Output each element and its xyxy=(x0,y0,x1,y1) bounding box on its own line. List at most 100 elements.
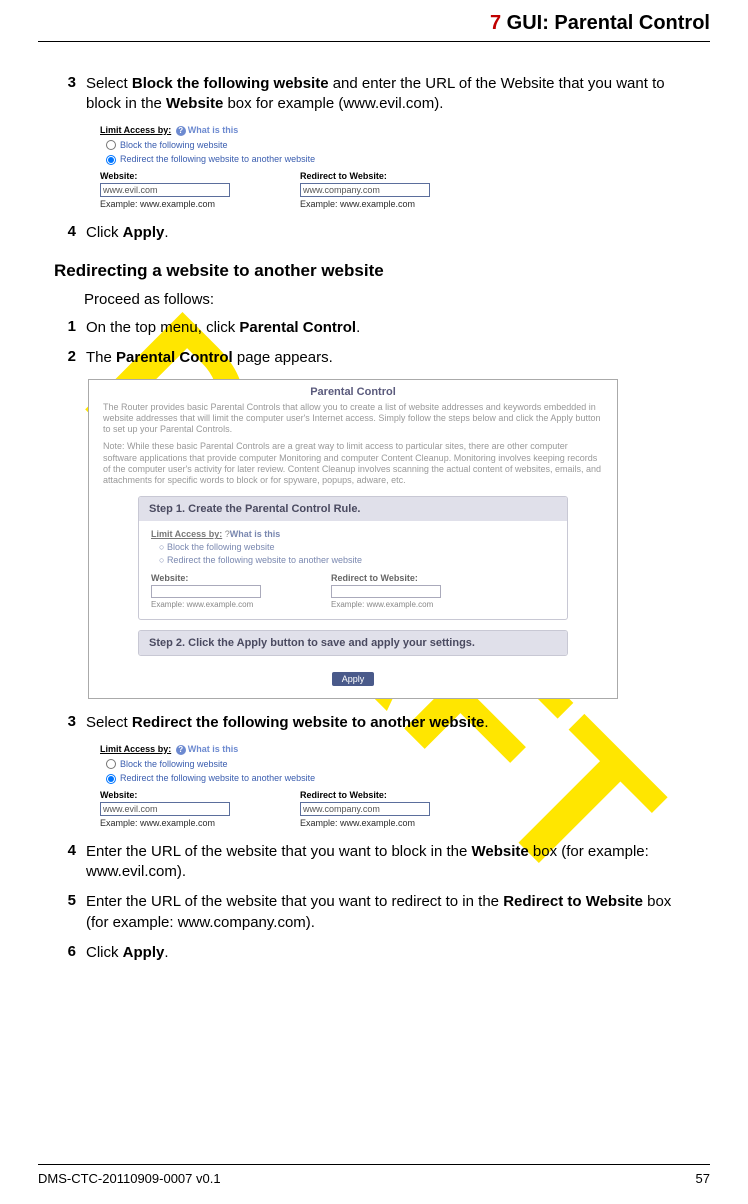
limit-access-label: Limit Access by: xyxy=(100,744,171,754)
bold-text: Website xyxy=(166,95,223,112)
redirect-example: Example: www.example.com xyxy=(331,600,441,609)
what-is-this-link: What is this xyxy=(188,125,239,135)
website-input xyxy=(100,802,230,816)
text: Enter the URL of the website that you wa… xyxy=(86,893,503,910)
redirect-label: Redirect to Website: xyxy=(331,573,441,583)
step-number: 2 xyxy=(62,348,86,365)
step-text: Click Apply. xyxy=(86,943,686,963)
website-label: Website: xyxy=(151,573,261,583)
parental-control-screenshot: Parental Control The Router provides bas… xyxy=(88,379,618,700)
redirect-example: Example: www.example.com xyxy=(300,199,430,209)
redirect-column: Redirect to Website: Example: www.exampl… xyxy=(331,573,441,609)
bold-text: Block the following website xyxy=(132,75,329,92)
bold-text: Parental Control xyxy=(116,349,233,366)
radio-label: Redirect the following website to anothe… xyxy=(167,555,362,565)
text: On the top menu, click xyxy=(86,319,239,336)
step1-panel: Step 1. Create the Parental Control Rule… xyxy=(138,496,568,620)
screenshot-intro: The Router provides basic Parental Contr… xyxy=(89,402,617,487)
text: Select xyxy=(86,75,132,92)
section-heading-redirecting: Redirecting a website to another website xyxy=(54,261,686,281)
chapter-number: 7 xyxy=(490,12,501,34)
page-number: 57 xyxy=(696,1171,710,1186)
step1-body: Limit Access by: ?What is this ○ Block t… xyxy=(139,521,567,619)
redirect-label: Redirect to Website: xyxy=(300,171,430,181)
page-footer: DMS-CTC-20110909-0007 v0.1 57 xyxy=(38,1164,710,1186)
step1-heading: Step 1. Create the Parental Control Rule… xyxy=(139,497,567,521)
footer-rule xyxy=(38,1164,710,1165)
redir-step-2: 2 The Parental Control page appears. xyxy=(62,348,686,368)
radio-label: Redirect the following website to anothe… xyxy=(120,773,315,783)
help-icon: ? xyxy=(176,745,186,755)
step-number: 6 xyxy=(62,943,86,960)
radio-input xyxy=(106,155,116,165)
apply-button: Apply xyxy=(332,672,375,686)
text: . xyxy=(164,944,168,961)
step-number: 3 xyxy=(62,74,86,91)
bold-text: Website xyxy=(472,843,529,860)
redir-step-3: 3 Select Redirect the following website … xyxy=(62,713,686,733)
bold-text: Parental Control xyxy=(239,319,356,336)
website-column: Website: Example: www.example.com xyxy=(100,790,230,828)
body-content: 3 Select Block the following website and… xyxy=(38,74,710,963)
website-label: Website: xyxy=(100,171,230,181)
intro-paragraph-1: The Router provides basic Parental Contr… xyxy=(103,402,603,436)
radio-label: Redirect the following website to anothe… xyxy=(120,154,315,164)
website-label: Website: xyxy=(100,790,230,800)
redirect-input xyxy=(331,585,441,598)
proceed-text: Proceed as follows: xyxy=(84,291,686,308)
redir-step-1: 1 On the top menu, click Parental Contro… xyxy=(62,318,686,338)
step-number: 1 xyxy=(62,318,86,335)
website-input xyxy=(100,183,230,197)
redir-step-4: 4 Enter the URL of the website that you … xyxy=(62,842,686,883)
step2-heading: Step 2. Click the Apply button to save a… xyxy=(139,631,567,655)
limit-access-figure-2: Limit Access by: ?What is this Block the… xyxy=(100,744,560,828)
website-column: Website: Example: www.example.com xyxy=(151,573,261,609)
limit-access-label: Limit Access by: xyxy=(151,529,222,539)
radio-input xyxy=(106,759,116,769)
page-header: 7 GUI: Parental Control xyxy=(38,12,710,35)
redirect-example: Example: www.example.com xyxy=(300,818,430,828)
step-text: Enter the URL of the website that you wa… xyxy=(86,892,686,933)
radio-redirect-website: Redirect the following website to anothe… xyxy=(106,773,560,784)
form-columns: Website: Example: www.example.com Redire… xyxy=(100,171,560,209)
text: box for example (www.evil.com). xyxy=(223,95,443,112)
step-3: 3 Select Block the following website and… xyxy=(62,74,686,115)
form-columns: Website: Example: www.example.com Redire… xyxy=(100,790,560,828)
bold-text: Redirect the following website to anothe… xyxy=(132,714,485,731)
radio-block-website: ○ Block the following website xyxy=(159,542,555,552)
text: . xyxy=(164,224,168,241)
step-number: 4 xyxy=(62,842,86,859)
text: The xyxy=(86,349,116,366)
text: page appears. xyxy=(233,349,333,366)
radio-label: Block the following website xyxy=(120,759,228,769)
redirect-label: Redirect to Website: xyxy=(300,790,430,800)
text: Select xyxy=(86,714,132,731)
redir-step-6: 6 Click Apply. xyxy=(62,943,686,963)
redirect-column: Redirect to Website: Example: www.exampl… xyxy=(300,790,430,828)
step2-panel: Step 2. Click the Apply button to save a… xyxy=(138,630,568,656)
website-example: Example: www.example.com xyxy=(151,600,261,609)
intro-paragraph-2: Note: While these basic Parental Control… xyxy=(103,441,603,486)
header-rule xyxy=(38,41,710,42)
website-column: Website: Example: www.example.com xyxy=(100,171,230,209)
radio-block-website: Block the following website xyxy=(106,140,560,151)
what-is-this-link: What is this xyxy=(230,529,281,539)
redir-step-5: 5 Enter the URL of the website that you … xyxy=(62,892,686,933)
radio-redirect-website: Redirect the following website to anothe… xyxy=(106,154,560,165)
redirect-input xyxy=(300,802,430,816)
limit-access-label: Limit Access by: xyxy=(100,125,171,135)
website-input xyxy=(151,585,261,598)
step-text: The Parental Control page appears. xyxy=(86,348,686,368)
limit-access-figure-1: Limit Access by: ?What is this Block the… xyxy=(100,125,560,209)
page: 7 GUI: Parental Control 3 Select Block t… xyxy=(0,0,748,1204)
footer-row: DMS-CTC-20110909-0007 v0.1 57 xyxy=(38,1171,710,1186)
text: . xyxy=(484,714,488,731)
step-number: 4 xyxy=(62,223,86,240)
step-text: Enter the URL of the website that you wa… xyxy=(86,842,686,883)
radio-input xyxy=(106,140,116,150)
radio-input xyxy=(106,774,116,784)
radio-label: Block the following website xyxy=(120,140,228,150)
text: Enter the URL of the website that you wa… xyxy=(86,843,472,860)
bold-text: Apply xyxy=(123,944,165,961)
step-text: Select Block the following website and e… xyxy=(86,74,686,115)
